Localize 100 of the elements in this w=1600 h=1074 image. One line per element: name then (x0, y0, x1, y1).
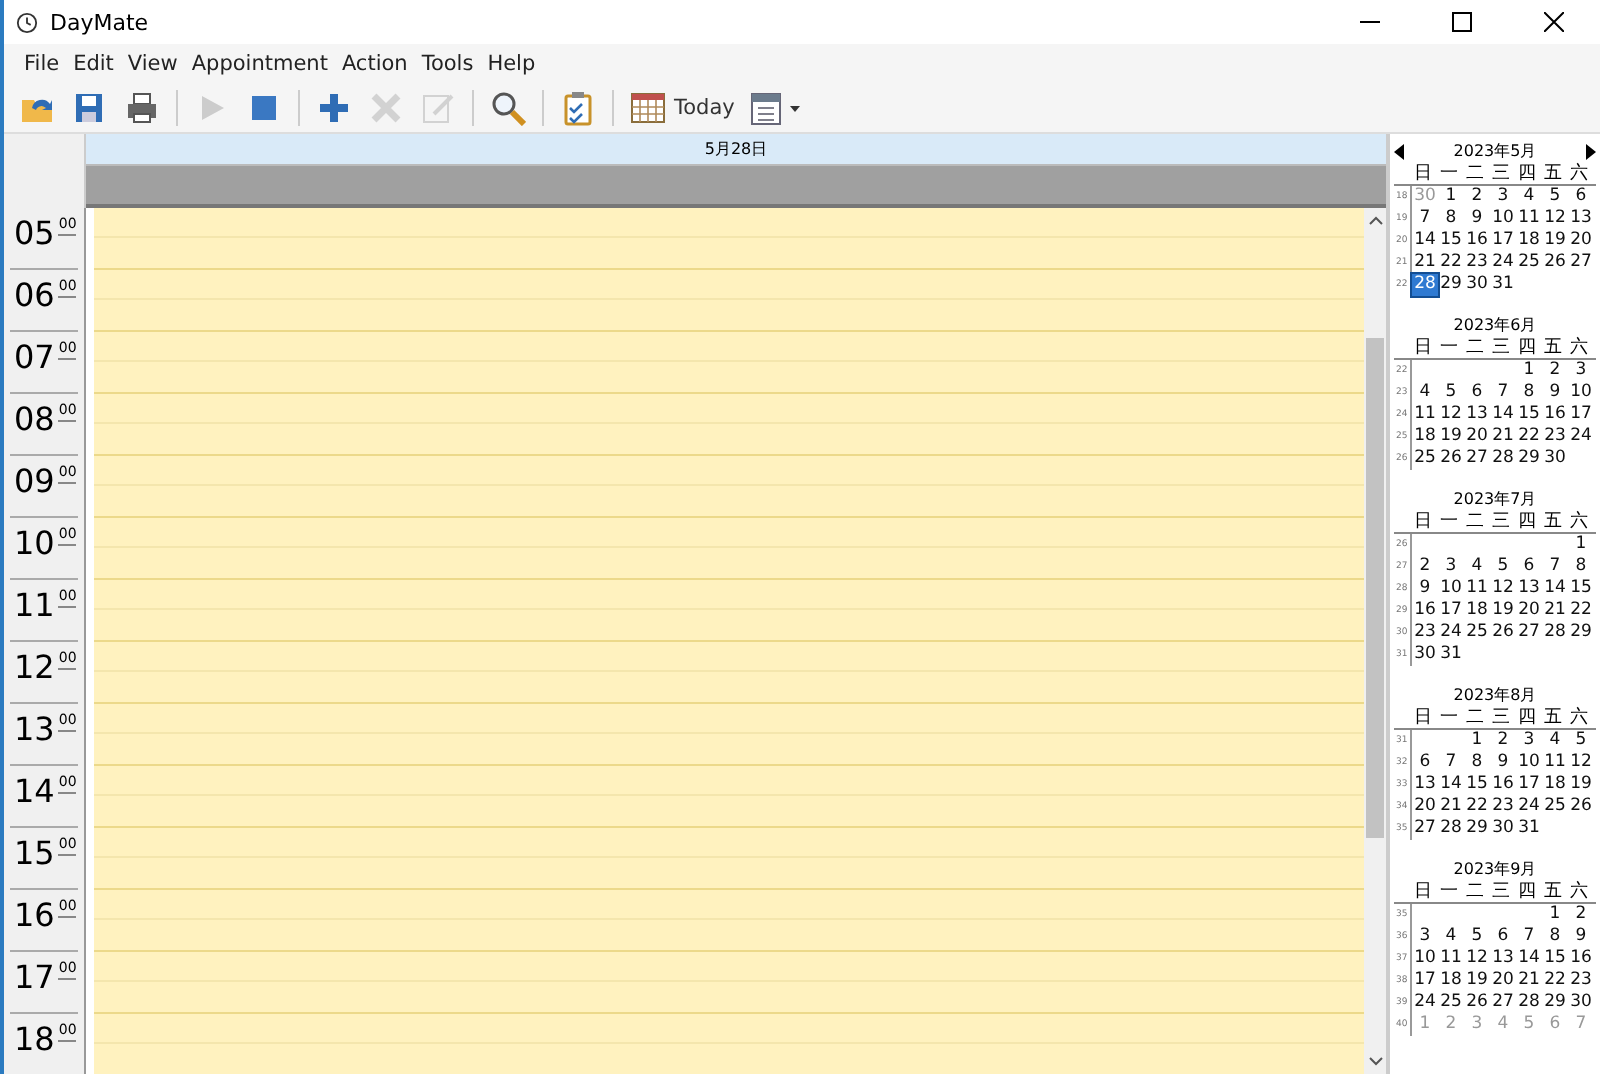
scroll-thumb[interactable] (1366, 338, 1384, 838)
calendar-day[interactable]: 6 (1573, 186, 1589, 208)
calendar-day[interactable]: 20 (1464, 426, 1490, 448)
calendar-day[interactable]: 3 (1495, 186, 1511, 208)
calendar-day[interactable]: 8 (1547, 926, 1563, 948)
calendar-day[interactable]: 23 (1464, 252, 1490, 274)
calendar-day[interactable]: 11 (1542, 752, 1568, 774)
calendar-day[interactable]: 21 (1438, 796, 1464, 818)
calendar-day[interactable]: 30 (1412, 644, 1438, 666)
calendar-day[interactable]: 15 (1542, 948, 1568, 970)
calendar-day[interactable]: 3 (1443, 556, 1459, 578)
calendar-day[interactable]: 7 (1521, 926, 1537, 948)
calendar-day[interactable]: 29 (1516, 448, 1542, 470)
calendar-day[interactable]: 28 (1438, 818, 1464, 840)
calendar-day[interactable]: 28 (1412, 274, 1438, 296)
calendar-day[interactable]: 20 (1490, 970, 1516, 992)
calendar-day[interactable]: 24 (1490, 252, 1516, 274)
calendar-day[interactable]: 15 (1438, 230, 1464, 252)
calendar-day[interactable]: 20 (1516, 600, 1542, 622)
scroll-down-icon[interactable] (1367, 1056, 1383, 1066)
calendar-day[interactable]: 18 (1464, 600, 1490, 622)
calendar-day[interactable]: 16 (1412, 600, 1438, 622)
calendar-day[interactable]: 22 (1438, 252, 1464, 274)
calendar-day[interactable]: 2 (1547, 360, 1563, 382)
calendar-day[interactable]: 6 (1521, 556, 1537, 578)
calendar-day[interactable]: 11 (1516, 208, 1542, 230)
calendar-day[interactable]: 31 (1438, 644, 1464, 666)
menu-item[interactable]: File (24, 52, 60, 76)
calendar-day[interactable]: 22 (1516, 426, 1542, 448)
calendar-day[interactable]: 22 (1568, 600, 1594, 622)
calendar-day[interactable]: 4 (1417, 382, 1433, 404)
calendar-day[interactable]: 4 (1469, 556, 1485, 578)
calendar-day[interactable]: 9 (1495, 752, 1511, 774)
calendar-day[interactable]: 26 (1542, 252, 1568, 274)
calendar-day[interactable]: 30 (1490, 818, 1516, 840)
calendar-day[interactable]: 24 (1516, 796, 1542, 818)
calendar-day[interactable]: 12 (1464, 948, 1490, 970)
calendar-day[interactable]: 25 (1412, 448, 1438, 470)
calendar-day[interactable]: 27 (1464, 448, 1490, 470)
calendar-day[interactable]: 12 (1568, 752, 1594, 774)
calendar-day[interactable]: 11 (1464, 578, 1490, 600)
calendar-day[interactable]: 13 (1412, 774, 1438, 796)
calendar-day[interactable]: 30 (1568, 992, 1594, 1014)
calendar-day[interactable]: 17 (1516, 774, 1542, 796)
calendar-day[interactable]: 28 (1542, 622, 1568, 644)
calendar-day[interactable]: 3 (1573, 360, 1589, 382)
calendar-day[interactable]: 24 (1568, 426, 1594, 448)
calendar-day[interactable]: 29 (1542, 992, 1568, 1014)
calendar-day[interactable]: 20 (1568, 230, 1594, 252)
calendar-day[interactable]: 23 (1542, 426, 1568, 448)
calendar-day[interactable]: 2 (1573, 904, 1589, 926)
close-icon[interactable] (1544, 12, 1564, 32)
calendar-day[interactable]: 31 (1516, 818, 1542, 840)
calendar-day[interactable]: 17 (1438, 600, 1464, 622)
calendar-day[interactable]: 12 (1490, 578, 1516, 600)
calendar-day[interactable]: 28 (1516, 992, 1542, 1014)
calendar-day[interactable]: 30 (1464, 274, 1490, 296)
calendar-day[interactable]: 13 (1464, 404, 1490, 426)
calendar-day[interactable]: 1 (1443, 186, 1459, 208)
menu-item[interactable]: Appointment (191, 52, 328, 76)
calendar-day[interactable]: 27 (1412, 818, 1438, 840)
calendar-day[interactable]: 18 (1516, 230, 1542, 252)
menu-item[interactable]: View (127, 52, 178, 76)
calendar-day[interactable]: 6 (1469, 382, 1485, 404)
calendar-day[interactable]: 5 (1547, 186, 1563, 208)
calendar-day[interactable]: 12 (1438, 404, 1464, 426)
calendar-day[interactable]: 5 (1573, 730, 1589, 752)
calendar-day[interactable]: 16 (1568, 948, 1594, 970)
calendar-day[interactable]: 30 (1542, 448, 1568, 470)
calendar-day[interactable]: 13 (1568, 208, 1594, 230)
calendar-day[interactable]: 14 (1490, 404, 1516, 426)
calendar-day[interactable]: 2 (1469, 186, 1485, 208)
calendar-day[interactable]: 10 (1516, 752, 1542, 774)
calendar-day[interactable]: 26 (1568, 796, 1594, 818)
calendar-day[interactable]: 1 (1469, 730, 1485, 752)
calendar-day[interactable]: 15 (1464, 774, 1490, 796)
calendar-day[interactable]: 22 (1542, 970, 1568, 992)
calendar-day[interactable]: 23 (1412, 622, 1438, 644)
calendar-day[interactable]: 9 (1417, 578, 1433, 600)
calendar-day[interactable]: 15 (1568, 578, 1594, 600)
calendar-day[interactable]: 11 (1438, 948, 1464, 970)
calendar-day[interactable]: 21 (1490, 426, 1516, 448)
calendar-day[interactable]: 18 (1438, 970, 1464, 992)
calendar-day[interactable]: 10 (1490, 208, 1516, 230)
calendar-day[interactable]: 16 (1490, 774, 1516, 796)
calendar-day[interactable]: 14 (1516, 948, 1542, 970)
calendar-day[interactable]: 9 (1547, 382, 1563, 404)
calendar-day[interactable]: 26 (1464, 992, 1490, 1014)
calendar-day[interactable]: 19 (1438, 426, 1464, 448)
calendar-day[interactable]: 13 (1516, 578, 1542, 600)
calendar-day[interactable]: 5 (1443, 382, 1459, 404)
calendar-day[interactable]: 26 (1490, 622, 1516, 644)
calendar-day[interactable]: 19 (1568, 774, 1594, 796)
calendar-day[interactable]: 22 (1464, 796, 1490, 818)
calendar-day[interactable]: 13 (1490, 948, 1516, 970)
calendar-day[interactable]: 12 (1542, 208, 1568, 230)
calendar-day[interactable]: 27 (1490, 992, 1516, 1014)
calendar-day[interactable]: 4 (1547, 730, 1563, 752)
calendar-day[interactable]: 16 (1464, 230, 1490, 252)
previous-month-icon[interactable] (1394, 143, 1404, 159)
